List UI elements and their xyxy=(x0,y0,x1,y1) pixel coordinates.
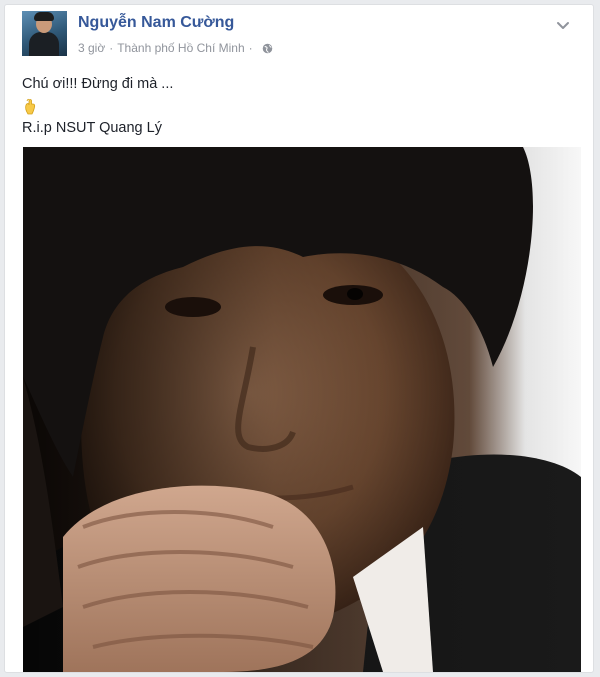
meta-separator-2: · xyxy=(248,41,253,55)
post-time[interactable]: 3 giờ xyxy=(78,41,105,55)
post-header: Nguyễn Nam Cường 3 giờ · Thành phố Hồ Ch… xyxy=(22,11,582,63)
post-text: Chú ơi!!! Đừng đi mà ... R.i.p NSUT Quan… xyxy=(22,73,562,139)
post-text-line-2: R.i.p NSUT Quang Lý xyxy=(22,120,162,136)
hand-emoji-icon xyxy=(22,95,562,117)
post-location[interactable]: Thành phố Hồ Chí Minh xyxy=(117,41,244,55)
post-text-line-1: Chú ơi!!! Đừng đi mà ... xyxy=(22,76,174,92)
author-name[interactable]: Nguyễn Nam Cường xyxy=(78,14,234,32)
meta-separator: · xyxy=(109,41,114,55)
portrait-illustration xyxy=(23,147,581,672)
post-card: Nguyễn Nam Cường 3 giờ · Thành phố Hồ Ch… xyxy=(4,4,594,673)
post-meta: 3 giờ · Thành phố Hồ Chí Minh · xyxy=(78,41,273,55)
globe-icon[interactable] xyxy=(262,43,273,54)
post-photo[interactable] xyxy=(23,147,581,672)
chevron-down-icon[interactable] xyxy=(556,21,570,31)
author-avatar[interactable] xyxy=(22,11,67,56)
avatar-hair xyxy=(34,12,54,21)
avatar-body xyxy=(29,32,59,56)
